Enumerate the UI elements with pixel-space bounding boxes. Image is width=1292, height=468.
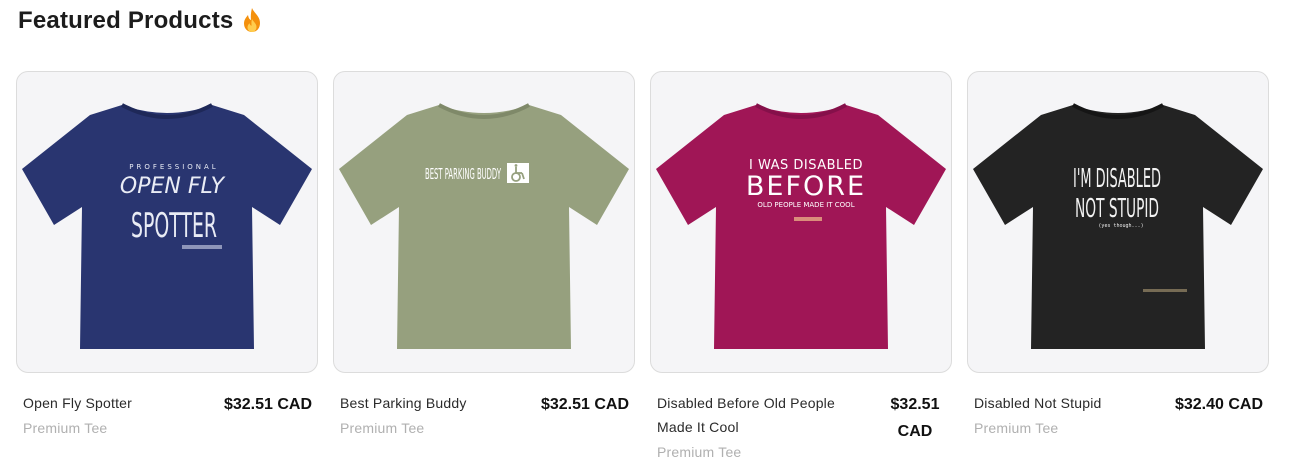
product-image[interactable]: I'M DISABLED NOT STUPID (yes though...) <box>967 71 1269 373</box>
product-card[interactable]: BEST PARKING BUDDY Best Parking Buddy Pr… <box>333 71 635 465</box>
product-grid: PROFESSIONAL OPEN FLY SPOTTER Open Fly S… <box>16 71 1269 465</box>
product-card[interactable]: I WAS DISABLED BEFORE OLD PEOPLE MADE IT… <box>650 71 952 465</box>
product-name[interactable]: Open Fly Spotter <box>23 391 224 415</box>
product-image[interactable]: PROFESSIONAL OPEN FLY SPOTTER <box>16 71 318 373</box>
section-title: Featured Products <box>18 4 263 38</box>
shirt-design-line: (yes though...) <box>1098 223 1143 229</box>
section-title-text: Featured Products <box>18 7 234 34</box>
product-type: Premium Tee <box>23 420 108 436</box>
shirt-design-line: BEST PARKING BUDDY <box>425 165 501 183</box>
tshirt-sage-image: BEST PARKING BUDDY <box>339 103 629 349</box>
product-card[interactable]: PROFESSIONAL OPEN FLY SPOTTER Open Fly S… <box>16 71 318 465</box>
shirt-design-line: OPEN FLY <box>120 174 226 199</box>
shirt-design-line: I'M DISABLED <box>1073 164 1161 194</box>
product-info: Disabled Not Stupid Premium Tee $32.40 C… <box>967 373 1269 441</box>
product-type: Premium Tee <box>657 444 742 460</box>
product-price: $32.51 CAD <box>223 396 312 413</box>
product-info: Open Fly Spotter Premium Tee $32.51 CAD <box>16 373 318 441</box>
product-info: Disabled Before Old People Made It Cool … <box>650 373 952 465</box>
product-type: Premium Tee <box>340 420 425 436</box>
tshirt-black-image: I'M DISABLED NOT STUPID (yes though...) <box>973 103 1263 349</box>
product-card[interactable]: I'M DISABLED NOT STUPID (yes though...) … <box>967 71 1269 465</box>
product-price: $32.51 CAD <box>890 396 940 440</box>
shirt-design-line: BEFORE <box>746 171 866 202</box>
product-name[interactable]: Disabled Not Stupid <box>974 391 1175 415</box>
shirt-design-line: NOT STUPID <box>1075 194 1159 224</box>
product-image[interactable]: I WAS DISABLED BEFORE OLD PEOPLE MADE IT… <box>650 71 952 373</box>
product-name[interactable]: Disabled Before Old People Made It Cool <box>657 391 854 439</box>
fire-icon <box>241 7 263 33</box>
shirt-design-line: PROFESSIONAL <box>129 163 218 171</box>
tshirt-navy-image: PROFESSIONAL OPEN FLY SPOTTER <box>22 103 312 349</box>
tshirt-berry-image: I WAS DISABLED BEFORE OLD PEOPLE MADE IT… <box>656 103 946 349</box>
featured-products-section: Featured Products PROFESSIONAL OPEN FLY … <box>0 0 1292 468</box>
shirt-design-line: OLD PEOPLE MADE IT COOL <box>757 201 854 209</box>
shirt-design-line: SPOTTER <box>131 206 217 246</box>
product-price: $32.40 CAD <box>1174 396 1263 413</box>
product-type: Premium Tee <box>974 420 1059 436</box>
product-price: $32.51 CAD <box>540 396 629 413</box>
product-name[interactable]: Best Parking Buddy <box>340 391 541 415</box>
product-info: Best Parking Buddy Premium Tee $32.51 CA… <box>333 373 635 441</box>
product-image[interactable]: BEST PARKING BUDDY <box>333 71 635 373</box>
